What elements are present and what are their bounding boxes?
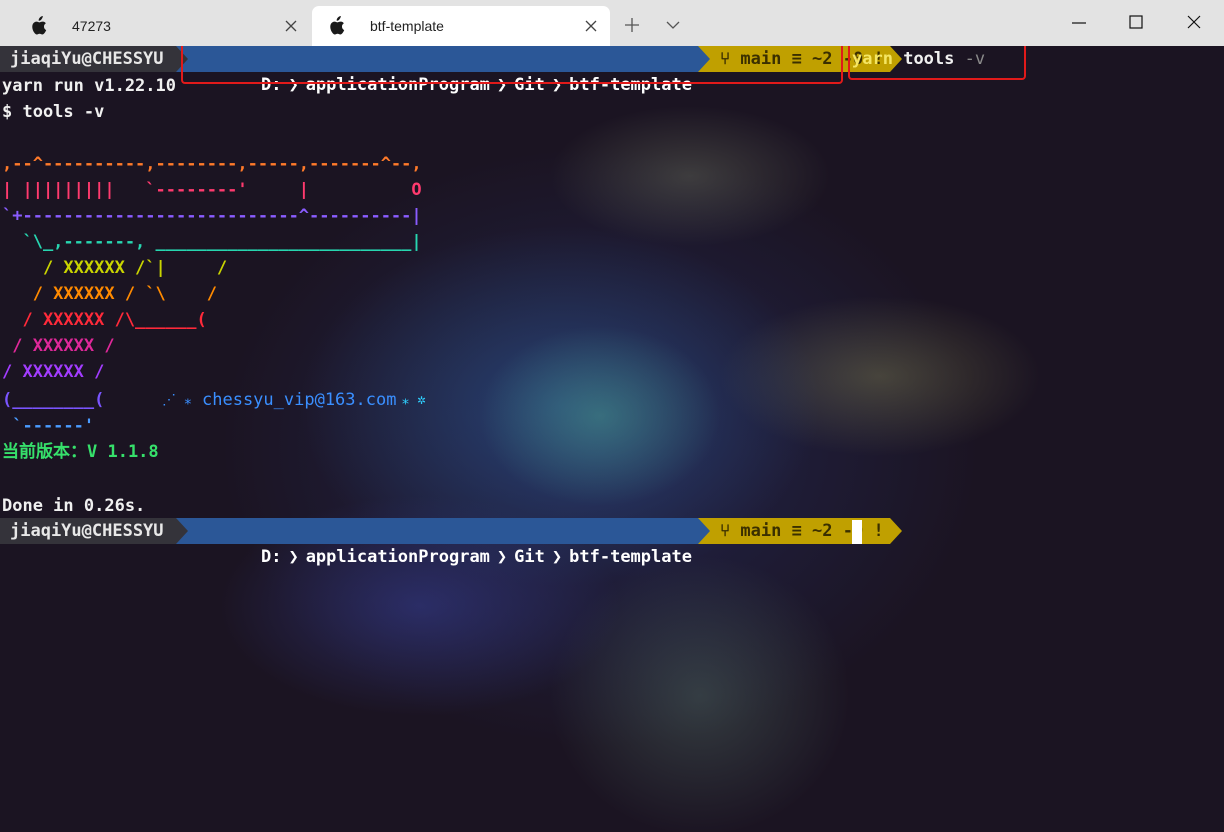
tab-title: 47273 <box>72 18 111 34</box>
ascii-art-line: `+---------------------------^----------… <box>2 206 422 226</box>
prompt-path: D: ❯ applicationProgram ❯ Git ❯ btf-template <box>187 518 698 567</box>
ascii-art-line: (________( <box>2 390 105 410</box>
ascii-art-line: `\_,-------, _________________________| <box>2 232 422 252</box>
tab-title: btf-template <box>370 18 444 34</box>
prompt-user-host: jiaqiYu@CHESSYU <box>0 518 176 544</box>
sparkle-icon: ⁎ ✲ <box>402 392 426 408</box>
done-line: Done in 0.26s. <box>2 496 146 516</box>
email-text: chessyu_vip@163.com <box>202 390 397 410</box>
version-label: 当前版本： <box>2 442 87 462</box>
ascii-art-line: / XXXXXX / <box>2 336 115 356</box>
tab-btf-template[interactable]: btf-template <box>312 6 610 46</box>
command-highlight-box <box>848 46 1026 80</box>
git-status: ⑂ main ≡ ~2 -0 ! <box>709 518 890 544</box>
close-tab-icon[interactable] <box>284 19 298 33</box>
script-line: $ tools -v <box>2 102 105 122</box>
text-cursor <box>852 520 862 544</box>
prompt-line: jiaqiYu@CHESSYU D: ❯ applicationProgram ❯ Gi… <box>0 518 902 567</box>
apple-icon <box>32 16 47 35</box>
powerline-arrow-icon <box>889 518 902 544</box>
ascii-art-line: / XXXXXX /\______( <box>2 310 207 330</box>
path-separator-icon: ❯ <box>551 547 563 567</box>
yarn-run-line: yarn run v1.22.10 <box>2 76 176 96</box>
close-window-icon[interactable] <box>1187 15 1201 29</box>
powerline-arrow-icon <box>175 518 188 544</box>
new-tab-icon[interactable] <box>624 17 640 33</box>
path-highlight-box <box>181 46 843 84</box>
prompt-user-host: jiaqiYu@CHESSYU <box>0 46 176 72</box>
minimize-icon[interactable] <box>1072 22 1086 24</box>
version-line: 当前版本：V 1.1.8 <box>2 439 159 465</box>
chevron-down-icon[interactable] <box>666 20 680 30</box>
maximize-icon[interactable] <box>1129 15 1143 29</box>
close-tab-icon[interactable] <box>584 19 598 33</box>
path-segment: Git <box>514 547 545 567</box>
title-bar: 47273 btf-template <box>0 0 1224 46</box>
ascii-art-line: / XXXXXX /`| / <box>2 258 228 278</box>
terminal-pane[interactable]: jiaqiYu@CHESSYU D: ❯ applicationProgram ❯ Gi… <box>0 46 1224 832</box>
ascii-art-line: | ||||||||| `--------' | O <box>2 180 422 200</box>
version-value: V 1.1.8 <box>87 442 159 462</box>
powerline-arrow-icon <box>697 518 710 544</box>
path-segment: btf-template <box>569 547 692 567</box>
path-drive: D: <box>260 547 282 567</box>
ascii-art-line: / XXXXXX / `\ / <box>2 284 217 304</box>
path-separator-icon: ❯ <box>288 547 299 567</box>
apple-icon <box>330 16 345 35</box>
tab-47273[interactable]: 47273 <box>14 6 310 46</box>
ascii-art-line: / XXXXXX / <box>2 362 105 382</box>
path-separator-icon: ❯ <box>496 547 508 567</box>
ascii-art-line: ,--^----------,--------,-----,-------^--… <box>2 154 422 174</box>
path-segment: applicationProgram <box>305 547 490 567</box>
sparkle-icon: ⋰ ⁎ <box>162 392 192 408</box>
ascii-art-line: `------' <box>2 416 95 436</box>
